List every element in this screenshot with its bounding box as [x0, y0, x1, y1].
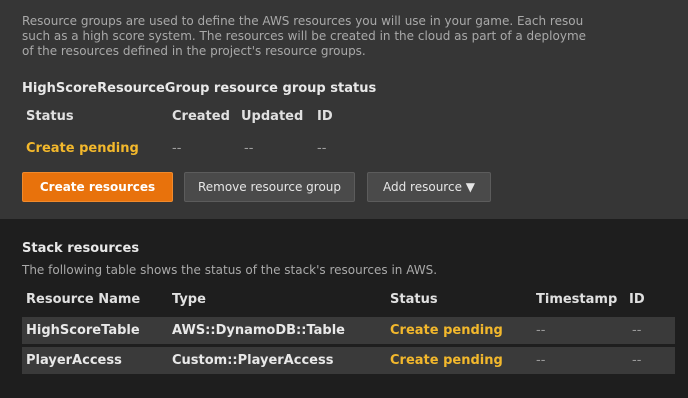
intro-text: Resource groups are used to define the A…: [22, 14, 688, 59]
resource-name-header: Resource Name: [26, 292, 141, 307]
id-cell: --: [632, 353, 642, 368]
created-value: --: [172, 141, 182, 156]
resource-status-cell: Create pending: [390, 323, 503, 338]
resource-type-cell: AWS::DynamoDB::Table: [172, 323, 345, 338]
id-cell: --: [632, 323, 642, 338]
timestamp-cell: --: [536, 323, 546, 338]
table-row: PlayerAccess Custom::PlayerAccess Create…: [22, 347, 675, 374]
stack-id-header: ID: [629, 292, 645, 307]
remove-resource-group-button[interactable]: Remove resource group: [184, 172, 355, 202]
stack-resources-description: The following table shows the status of …: [22, 263, 438, 277]
stack-status-header: Status: [390, 292, 438, 307]
stack-resources-title: Stack resources: [22, 241, 140, 256]
resource-name-cell: HighScoreTable: [26, 323, 140, 338]
id-value: --: [317, 141, 327, 156]
resource-status-cell: Create pending: [390, 353, 503, 368]
id-header: ID: [317, 109, 333, 124]
timestamp-header: Timestamp: [536, 292, 618, 307]
type-header: Type: [172, 292, 206, 307]
group-status-value: Create pending: [26, 141, 139, 156]
status-header: Status: [26, 109, 74, 124]
intro-line: of the resources defined in the project'…: [22, 44, 366, 58]
updated-value: --: [244, 141, 254, 156]
created-header: Created: [172, 109, 230, 124]
table-row: HighScoreTable AWS::DynamoDB::Table Crea…: [22, 317, 675, 344]
resource-name-cell: PlayerAccess: [26, 353, 122, 368]
intro-line: Resource groups are used to define the A…: [22, 14, 584, 28]
timestamp-cell: --: [536, 353, 546, 368]
resource-type-cell: Custom::PlayerAccess: [172, 353, 334, 368]
group-status-title: HighScoreResourceGroup resource group st…: [22, 81, 377, 96]
create-resources-button[interactable]: Create resources: [22, 172, 173, 202]
add-resource-button[interactable]: Add resource ▼: [367, 172, 491, 202]
intro-line: such as a high score system. The resourc…: [22, 29, 587, 43]
updated-header: Updated: [241, 109, 304, 124]
